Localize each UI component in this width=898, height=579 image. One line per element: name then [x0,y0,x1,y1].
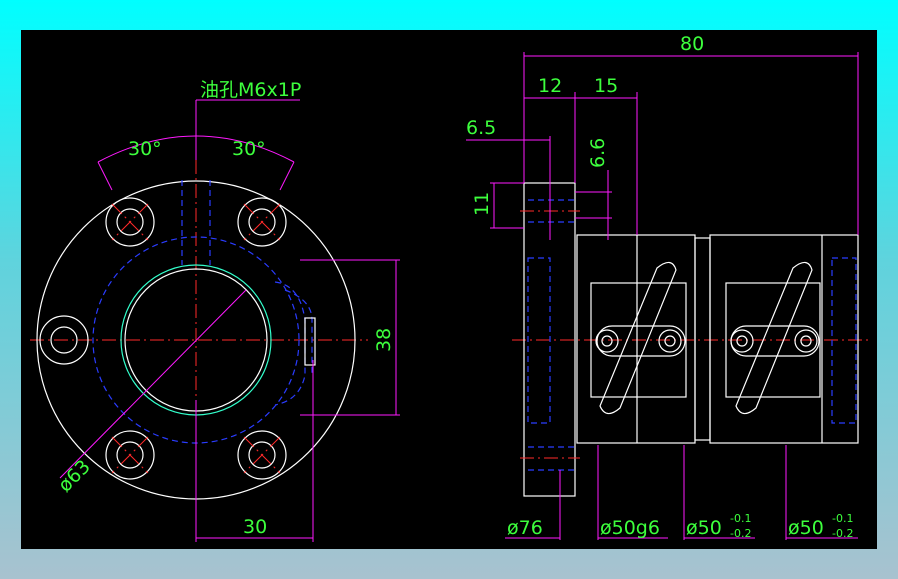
angle-left-label: 30° [128,138,162,160]
tol-a-base: ø50 [686,517,722,539]
tol-a-upper: -0.1 [730,512,751,525]
hidden-slot-2 [284,289,313,375]
dim-12-label: 12 [538,75,562,97]
dim-6-5-label: 6.5 [466,117,496,139]
cad-drawing-canvas: 油孔M6x1P 30° 30° 38 30 ø63 80 12 15 6.5 6… [21,30,877,549]
tol-b-lower: -0.2 [832,527,853,540]
dim-phi76-label: ø76 [507,517,543,539]
front-view: 油孔M6x1P 30° 30° 38 30 ø63 [30,79,400,542]
dim-15-label: 15 [594,75,618,97]
tol-a-lower: -0.2 [730,527,751,540]
dim-6-6-label: 6.6 [587,138,609,168]
deflector-right [730,261,820,415]
nut-body-left [576,234,696,444]
dim-phi50g6-label: ø50g6 [600,517,660,539]
dim-phi63-label: ø63 [54,456,95,497]
angle-right-label: 30° [232,138,266,160]
tol-b-upper: -0.1 [832,512,853,525]
oil-boss [304,317,316,366]
hidden-slot [274,281,306,406]
dim-11-label: 11 [471,192,493,216]
dim-38-label: 38 [373,328,395,352]
dim-30-label: 30 [243,516,267,538]
deflector-left [595,261,686,415]
cad-drawing: 油孔M6x1P 30° 30° 38 30 ø63 80 12 15 6.5 6… [30,33,872,542]
nut-spacer [694,237,711,441]
dim-80-label: 80 [680,33,704,55]
side-view: 80 12 15 6.5 6.6 11 ø76 ø50g6 ø50 -0.1 -… [466,33,872,540]
tol-b-base: ø50 [788,517,824,539]
bolt-holes [39,197,287,480]
oil-hole-note: 油孔M6x1P [200,79,301,101]
